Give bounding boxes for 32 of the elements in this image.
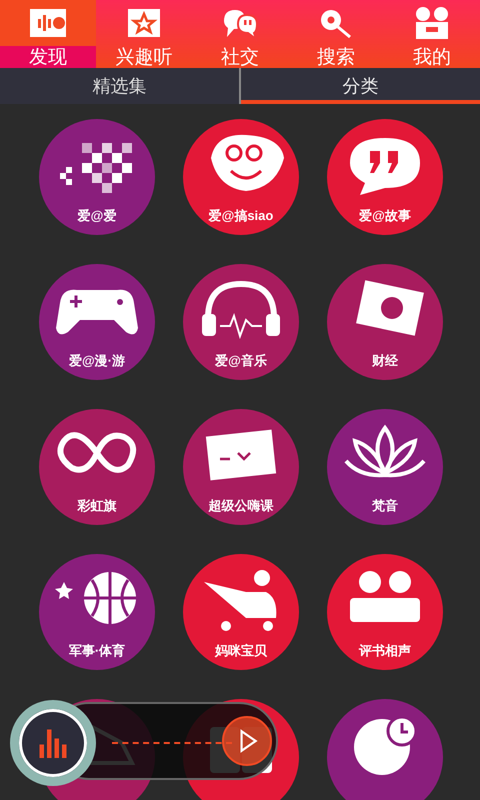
- category-button[interactable]: 爱@爱: [39, 119, 155, 235]
- category-button[interactable]: 超级公嗨课: [183, 409, 299, 525]
- category-label: 财经: [372, 352, 398, 370]
- nav-tab[interactable]: 社交: [192, 0, 288, 68]
- category-label: 彩虹旗: [78, 497, 116, 515]
- category-tab[interactable]: 精选集: [0, 68, 239, 104]
- category-label: 妈咪宝贝: [215, 642, 267, 660]
- nav-tab[interactable]: 发现: [0, 0, 96, 68]
- category-label: 超级公嗨课: [208, 497, 274, 515]
- category-button[interactable]: 评书相声: [327, 554, 443, 670]
- category-tab[interactable]: 分类: [241, 68, 480, 104]
- category-button[interactable]: 爱@漫·游: [39, 264, 155, 380]
- category-button[interactable]: 爱@故事: [327, 119, 443, 235]
- category-button[interactable]: 妈咪宝贝: [183, 554, 299, 670]
- category-button[interactable]: 财经: [327, 264, 443, 380]
- nav-tab[interactable]: 搜索: [288, 0, 384, 68]
- category-button[interactable]: 爱@搞siao: [183, 119, 299, 235]
- category-label: 评书相声: [359, 642, 411, 660]
- category-label: 爱@漫·游: [68, 352, 125, 370]
- nav-tab[interactable]: 我的: [384, 0, 480, 68]
- category-label: 军事·体育: [68, 642, 126, 660]
- category-button[interactable]: 梵音: [327, 409, 443, 525]
- category-label: 梵音: [372, 497, 398, 515]
- category-label: 爱@故事: [359, 207, 411, 225]
- nav-tab[interactable]: 兴趣听: [96, 0, 192, 68]
- category-button[interactable]: 爱@音乐: [183, 264, 299, 380]
- category-button[interactable]: 军事·体育: [39, 554, 155, 670]
- category-button[interactable]: 彩虹旗: [39, 409, 155, 525]
- category-label: 爱@音乐: [215, 352, 267, 370]
- play-button[interactable]: [222, 716, 272, 766]
- category-label: 爱@爱: [78, 207, 116, 225]
- category-label: 爱@搞siao: [208, 207, 274, 225]
